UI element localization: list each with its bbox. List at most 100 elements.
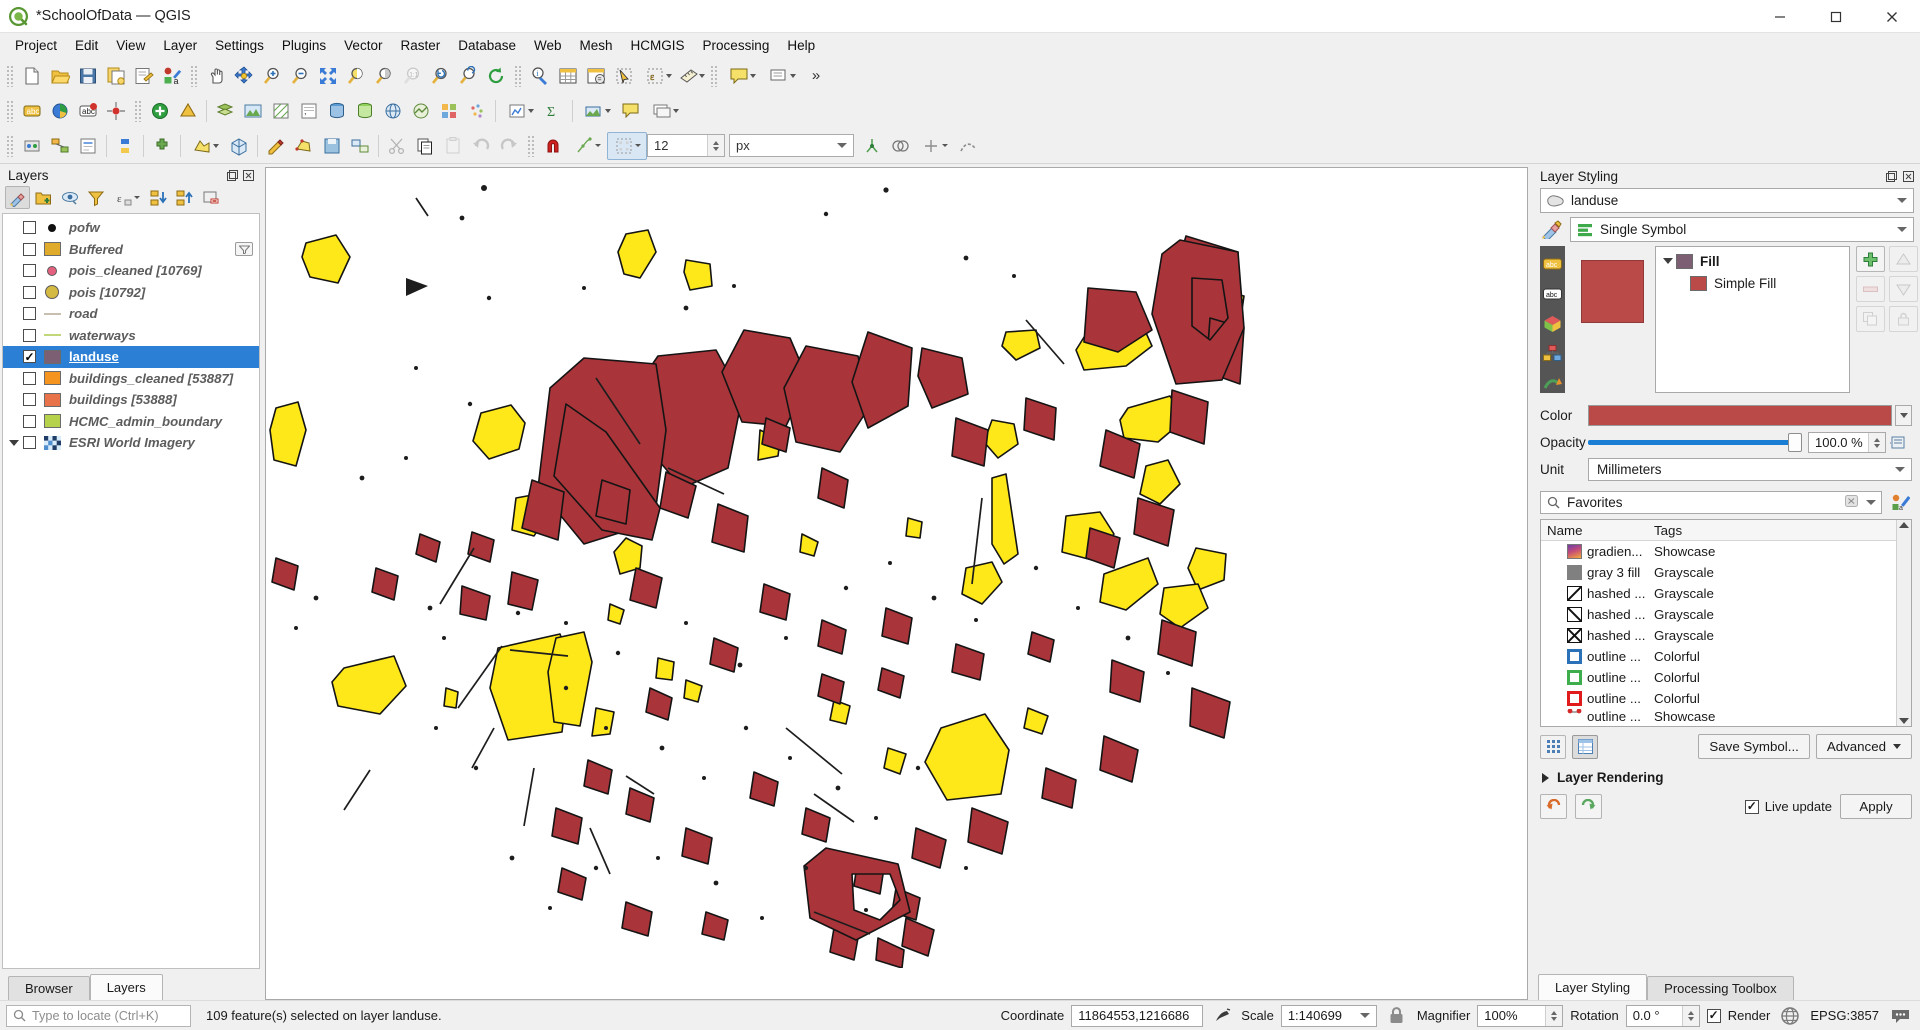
remove-symbol-layer-icon[interactable] xyxy=(1856,276,1885,302)
open-layer-styling-panel-icon[interactable] xyxy=(5,186,30,209)
column-header-tags[interactable]: Tags xyxy=(1648,523,1682,538)
scroll-up-icon[interactable] xyxy=(1899,522,1909,528)
table-row[interactable]: hashed ... Grayscale xyxy=(1541,625,1896,646)
layer-visibility-checkbox[interactable] xyxy=(23,328,36,342)
add-mesh-layer-button[interactable] xyxy=(267,97,295,125)
column-header-name[interactable]: Name xyxy=(1541,523,1648,538)
tab-browser[interactable]: Browser xyxy=(8,976,90,1000)
add-symbol-layer-icon[interactable] xyxy=(1856,246,1885,272)
menu-project[interactable]: Project xyxy=(6,35,66,56)
locator-search-input[interactable]: Type to locate (Ctrl+K) xyxy=(6,1004,191,1027)
layer-visibility-checkbox[interactable] xyxy=(23,436,36,450)
menu-database[interactable]: Database xyxy=(449,35,525,56)
layer-visibility-checkbox[interactable] xyxy=(23,221,36,235)
identify-features-button[interactable]: i xyxy=(526,62,554,90)
snapping-options-button[interactable] xyxy=(567,132,607,160)
symbol-tree-row-fill[interactable]: Fill xyxy=(1656,250,1849,272)
zoom-native-button[interactable]: 1:1 xyxy=(398,62,426,90)
toolbar-grip[interactable] xyxy=(514,64,522,87)
list-view-toggle[interactable] xyxy=(1572,734,1598,759)
close-button[interactable] xyxy=(1864,0,1920,33)
save-project-button[interactable] xyxy=(74,62,102,90)
topological-editing-button[interactable] xyxy=(858,132,886,160)
menu-layer[interactable]: Layer xyxy=(154,35,206,56)
snapping-unit-combo[interactable]: px xyxy=(729,134,854,157)
move-up-icon[interactable] xyxy=(1889,246,1918,272)
layer-visibility-checkbox[interactable] xyxy=(23,414,36,428)
select-features-button[interactable] xyxy=(610,62,638,90)
save-layer-edits-button[interactable] xyxy=(318,132,346,160)
menu-help[interactable]: Help xyxy=(778,35,824,56)
new-print-layout-button[interactable] xyxy=(102,62,130,90)
render-checkbox[interactable]: ✓ xyxy=(1706,1008,1721,1023)
python-console-button[interactable] xyxy=(111,132,139,160)
symbol-library-table[interactable]: Name Tags gradien... Showcase gray 3 fil… xyxy=(1540,519,1912,727)
lock-icon[interactable] xyxy=(1889,306,1918,332)
coordinate-input[interactable]: 11864553,1216686 xyxy=(1071,1004,1204,1027)
diagrams-icon[interactable] xyxy=(1543,344,1562,363)
zoom-out-button[interactable] xyxy=(286,62,314,90)
toolbar-grip[interactable] xyxy=(710,64,718,87)
color-swatch-button[interactable] xyxy=(1588,405,1892,426)
pin-labels-button[interactable] xyxy=(102,97,130,125)
snapping-self-button[interactable] xyxy=(914,132,954,160)
new-shapefile-layer-button[interactable] xyxy=(146,97,174,125)
toolbar-grip[interactable] xyxy=(527,134,535,157)
color-dropdown-button[interactable] xyxy=(1895,405,1912,426)
table-row[interactable]: gray 3 fill Grayscale xyxy=(1541,562,1896,583)
layer-filter-badge[interactable] xyxy=(235,242,253,257)
menu-web[interactable]: Web xyxy=(525,35,571,56)
layers-list[interactable]: pofw Buffered pois_cleaned [10769] pois … xyxy=(2,213,260,969)
symbol-search-input[interactable]: Favorites xyxy=(1540,491,1882,514)
map-themes-button[interactable] xyxy=(645,97,685,125)
snapping-tolerance-input[interactable]: 12 xyxy=(647,134,725,157)
open-project-button[interactable] xyxy=(46,62,74,90)
toolbar-grip[interactable] xyxy=(190,64,198,87)
menu-view[interactable]: View xyxy=(107,35,154,56)
zoom-last-button[interactable] xyxy=(426,62,454,90)
filter-legend-expression-icon[interactable]: ε xyxy=(109,186,145,209)
menu-processing[interactable]: Processing xyxy=(694,35,779,56)
layer-row[interactable]: buildings [53888] xyxy=(3,389,259,411)
snapping-tolerance-button[interactable] xyxy=(607,131,647,160)
toolbar-overflow-button[interactable]: » xyxy=(802,62,830,90)
redo-icon[interactable] xyxy=(1575,794,1602,819)
unit-combo[interactable]: Millimeters xyxy=(1588,458,1912,481)
processing-toolbox-button[interactable] xyxy=(18,132,46,160)
labels-icon[interactable]: abc xyxy=(1543,254,1562,273)
snapping-tolerance-spinner[interactable] xyxy=(707,135,724,156)
edit-vertices-button[interactable] xyxy=(262,132,290,160)
text-annotation-button[interactable] xyxy=(722,62,762,90)
opacity-slider[interactable] xyxy=(1588,432,1802,453)
toolbar-grip[interactable] xyxy=(134,99,142,122)
add-wms-layer-button[interactable] xyxy=(379,97,407,125)
chevron-down-icon[interactable] xyxy=(1866,500,1876,505)
layer-row[interactable]: pofw xyxy=(3,217,259,239)
save-symbol-button[interactable]: Save Symbol... xyxy=(1698,734,1810,759)
add-postgis-layer-button[interactable] xyxy=(323,97,351,125)
layer-visibility-checkbox[interactable] xyxy=(23,393,36,407)
add-raster-layer-button[interactable] xyxy=(239,97,267,125)
zoom-to-layer-button[interactable] xyxy=(370,62,398,90)
filter-legend-icon[interactable] xyxy=(83,186,108,209)
maximize-button[interactable] xyxy=(1808,0,1864,33)
table-row[interactable]: hashed ... Grayscale xyxy=(1541,604,1896,625)
layer-row[interactable]: road xyxy=(3,303,259,325)
plugin-manager-button[interactable] xyxy=(148,132,176,160)
snapping-toggle-button[interactable] xyxy=(539,132,567,160)
refresh-button[interactable] xyxy=(482,62,510,90)
table-row[interactable]: outline ... Colorful xyxy=(1541,667,1896,688)
undock-icon[interactable] xyxy=(226,169,239,182)
add-point-cloud-layer-button[interactable] xyxy=(463,97,491,125)
new-virtual-layer-button[interactable] xyxy=(500,97,540,125)
rotation-input[interactable]: 0.0 ° xyxy=(1625,1004,1700,1027)
tab-processing-toolbox[interactable]: Processing Toolbox xyxy=(1647,976,1794,1000)
layout-manager-button[interactable] xyxy=(130,62,158,90)
diagram-layer-button[interactable] xyxy=(46,97,74,125)
toolbar-grip[interactable] xyxy=(6,134,14,157)
layer-row[interactable]: Buffered xyxy=(3,239,259,261)
lock-icon[interactable] xyxy=(1384,1007,1410,1024)
icon-view-toggle[interactable] xyxy=(1540,734,1566,759)
menu-plugins[interactable]: Plugins xyxy=(273,35,335,56)
symbol-table-scrollbar[interactable] xyxy=(1896,520,1911,726)
